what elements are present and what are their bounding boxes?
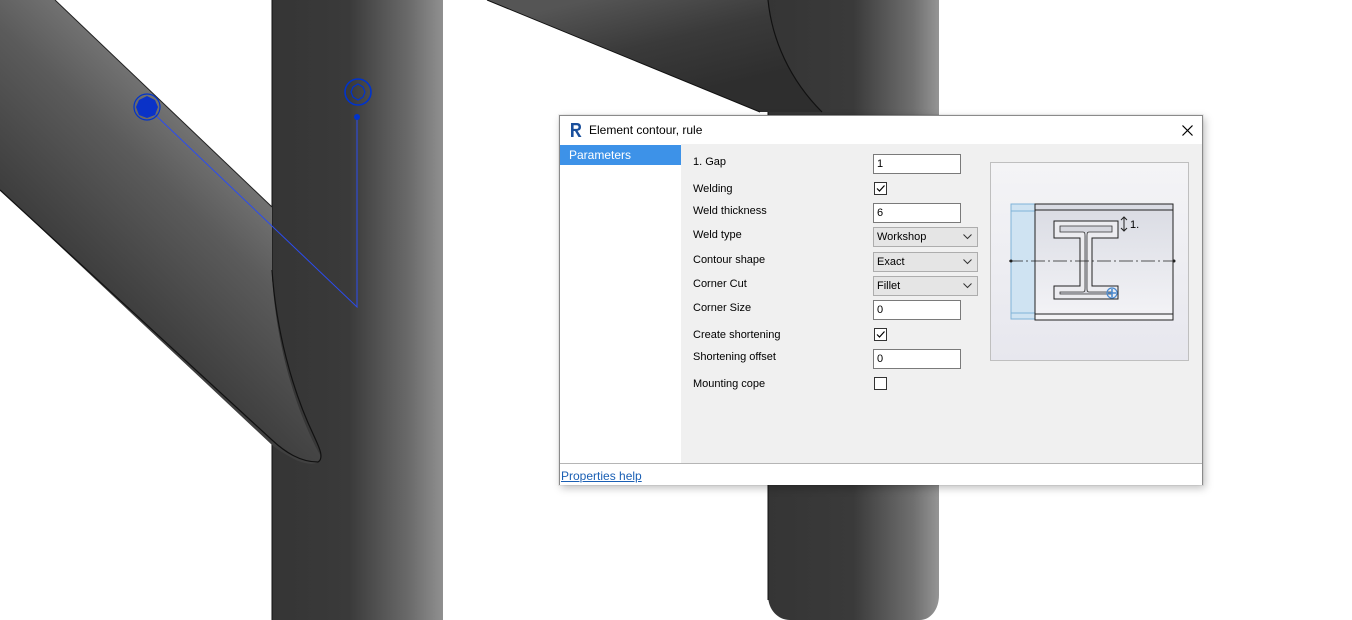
element-contour-dialog: Element contour, rule Parameters 1. Gap … <box>559 115 1203 485</box>
create-shortening-checkbox[interactable] <box>874 328 887 341</box>
sidebar-item-parameters[interactable]: Parameters <box>560 145 681 165</box>
left-column[interactable] <box>272 0 443 620</box>
corner-size-input[interactable]: 0 <box>873 300 961 320</box>
contour-shape-value: Exact <box>877 256 905 268</box>
revit-logo-icon <box>568 122 584 138</box>
weld-symbol-icon <box>1106 287 1118 299</box>
gap-input[interactable]: 1 <box>873 154 961 174</box>
corner-cut-select[interactable]: Fillet <box>873 276 978 296</box>
dialog-footer: Properties help <box>560 463 1202 485</box>
dialog-title: Element contour, rule <box>589 123 703 137</box>
ibeam-section-diagram: 1. <box>1009 203 1176 321</box>
dialog-titlebar[interactable]: Element contour, rule <box>560 116 1202 144</box>
mounting-cope-checkbox[interactable] <box>874 377 887 390</box>
close-button[interactable] <box>1172 116 1202 144</box>
weld-thickness-label: Weld thickness <box>693 205 767 217</box>
sidebar: Parameters <box>560 144 681 463</box>
gap-marker-label: 1. <box>1130 219 1139 231</box>
welding-label: Welding <box>693 183 733 195</box>
weld-type-value: Workshop <box>877 231 927 243</box>
chevron-down-icon <box>963 259 972 265</box>
welding-checkbox[interactable] <box>874 182 887 195</box>
corner-cut-label: Corner Cut <box>693 278 747 290</box>
contour-preview: 1. <box>990 162 1189 361</box>
weld-thickness-input[interactable]: 6 <box>873 203 961 223</box>
mounting-cope-label: Mounting cope <box>693 378 766 390</box>
shortening-offset-input[interactable]: 0 <box>873 349 961 369</box>
corner-cut-value: Fillet <box>877 280 901 292</box>
gap-label: 1. Gap <box>693 156 727 168</box>
shortening-offset-label: Shortening offset <box>693 351 776 363</box>
corner-size-label: Corner Size <box>693 302 752 314</box>
chevron-down-icon <box>963 234 972 240</box>
contour-shape-label: Contour shape <box>693 254 766 266</box>
weld-type-select[interactable]: Workshop <box>873 227 978 247</box>
check-icon <box>876 331 885 338</box>
check-icon <box>876 185 885 192</box>
chevron-down-icon <box>963 283 972 289</box>
close-icon <box>1181 124 1193 136</box>
properties-help-link[interactable]: Properties help <box>561 469 642 483</box>
weld-type-label: Weld type <box>693 229 742 241</box>
contour-shape-select[interactable]: Exact <box>873 252 978 272</box>
control-point-start[interactable] <box>133 93 161 121</box>
create-shortening-label: Create shortening <box>693 329 781 341</box>
parameters-form: 1. Gap 1 Welding Weld thickness 6 Weld t… <box>681 144 1202 463</box>
